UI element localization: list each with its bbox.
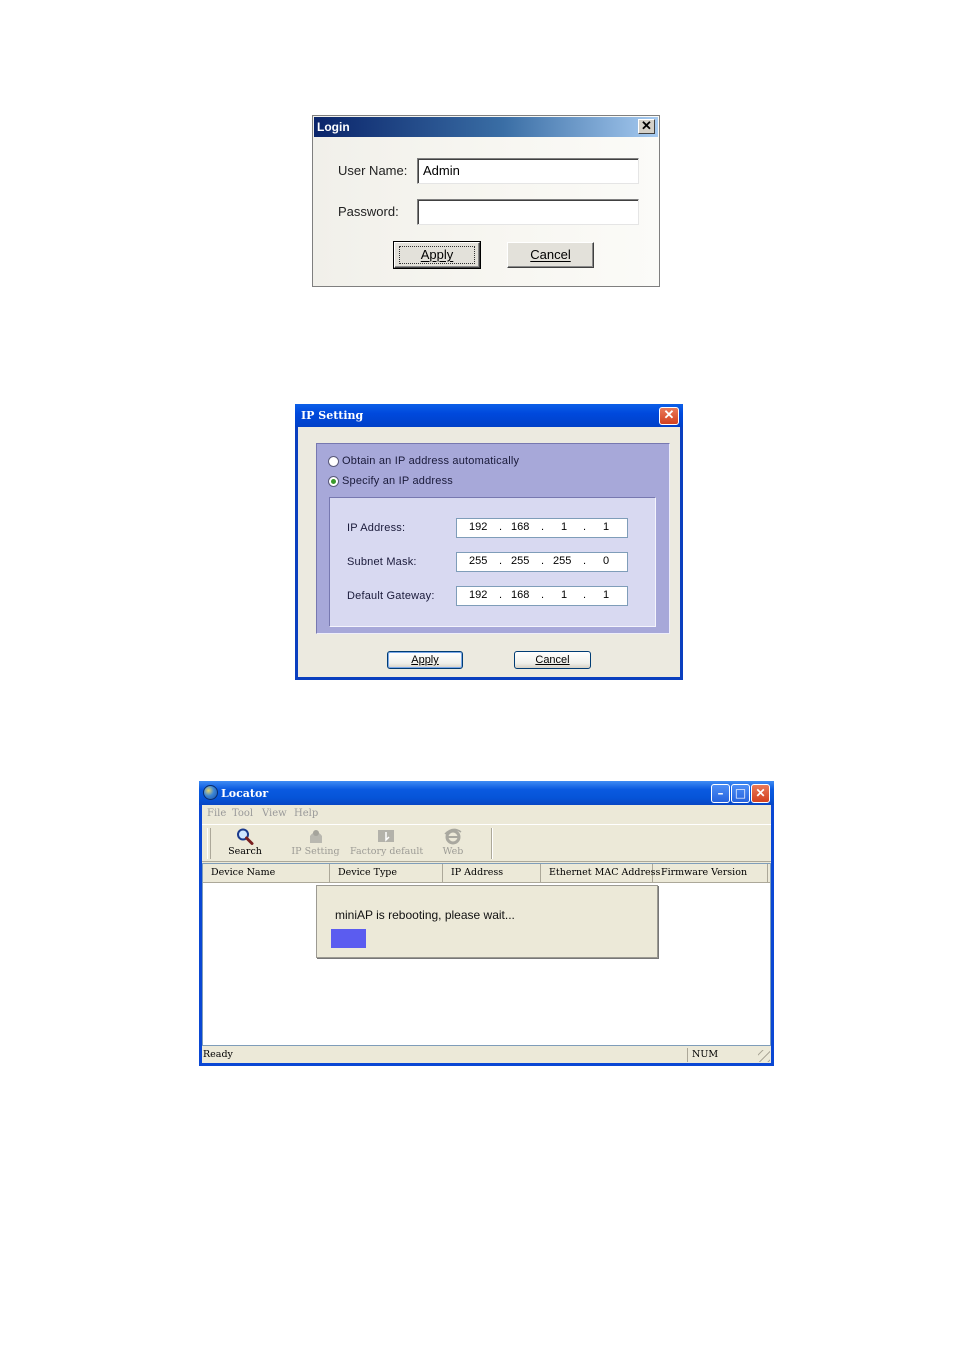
- search-button[interactable]: Search: [220, 827, 270, 861]
- login-close-icon[interactable]: ✕: [638, 119, 655, 134]
- ip-dot: .: [583, 555, 587, 567]
- login-cancel-button[interactable]: Cancel: [507, 242, 594, 268]
- radio-manual-icon[interactable]: [328, 476, 339, 487]
- username-label: User Name:: [338, 163, 408, 178]
- ip-octet: 1: [561, 589, 568, 601]
- ip-setting-apply-button[interactable]: Apply: [387, 651, 463, 669]
- web-button[interactable]: Web: [434, 827, 472, 861]
- status-bar: Ready NUM: [202, 1046, 771, 1063]
- subnet-mask-field[interactable]: 255 . 255 . 255 . 0: [456, 552, 628, 572]
- ip-octet: 255: [511, 555, 530, 567]
- default-gateway-label: Default Gateway:: [347, 590, 435, 602]
- reboot-progress-dialog: miniAP is rebooting, please wait...: [316, 885, 658, 958]
- ip-dot: .: [541, 521, 545, 533]
- progress-bar: [331, 929, 645, 948]
- ip-setting-label: IP Setting: [291, 846, 340, 857]
- ip-octet: 192: [469, 589, 488, 601]
- resize-grip-icon[interactable]: [758, 1050, 770, 1062]
- ip-mode-panel: Obtain an IP address automatically Speci…: [316, 443, 670, 634]
- default-gateway-field[interactable]: 192 . 168 . 1 . 1: [456, 586, 628, 606]
- locator-title-bar: Locator – □ ✕: [199, 781, 774, 805]
- menu-file[interactable]: File: [207, 808, 226, 819]
- radio-auto-label[interactable]: Obtain an IP address automatically: [342, 455, 519, 467]
- ip-octet: 192: [469, 521, 488, 533]
- ip-dot: .: [499, 521, 503, 533]
- locator-title: Locator: [221, 787, 269, 800]
- login-title-bar: Login ✕: [314, 117, 658, 137]
- toolbar-separator: [491, 828, 493, 859]
- column-header-firmware-version[interactable]: Firmware Version: [653, 864, 768, 882]
- subnet-mask-label: Subnet Mask:: [347, 556, 417, 568]
- ip-octet: 168: [511, 589, 530, 601]
- radio-manual-label[interactable]: Specify an IP address: [342, 475, 453, 487]
- ip-fields-panel: IP Address: 192 . 168 . 1 . 1 Subnet Mas…: [329, 497, 656, 627]
- menu-help[interactable]: Help: [294, 808, 318, 819]
- menu-view[interactable]: View: [262, 808, 287, 819]
- ip-dot: .: [583, 589, 587, 601]
- ip-setting-title-bar: IP Setting ✕: [295, 404, 683, 427]
- factory-default-label: Factory default: [350, 846, 424, 857]
- ip-octet: 168: [511, 521, 530, 533]
- ip-dot: .: [583, 521, 587, 533]
- login-dialog: Login ✕ User Name: Admin Password: Apply…: [312, 115, 660, 287]
- login-apply-button[interactable]: Apply: [393, 241, 481, 269]
- reboot-message: miniAP is rebooting, please wait...: [335, 908, 515, 922]
- ip-setting-client: Obtain an IP address automatically Speci…: [298, 427, 680, 677]
- ip-setting-button[interactable]: IP Setting: [288, 827, 343, 861]
- ip-octet: 1: [603, 521, 610, 533]
- ip-dot: .: [541, 589, 545, 601]
- ip-setting-title: IP Setting: [301, 409, 364, 422]
- reset-icon: [378, 830, 394, 842]
- web-label: Web: [442, 846, 464, 857]
- radio-auto-icon[interactable]: [328, 456, 339, 467]
- menu-tool[interactable]: Tool: [232, 808, 253, 819]
- ip-address-label: IP Address:: [347, 522, 406, 534]
- ip-octet: 1: [603, 589, 610, 601]
- password-label: Password:: [338, 204, 399, 219]
- maximize-icon[interactable]: □: [731, 784, 750, 803]
- locator-client: File Tool View Help Search IP Setting Fa…: [202, 805, 771, 1063]
- ip-octet: 0: [603, 555, 610, 567]
- ip-setting-cancel-button[interactable]: Cancel: [514, 651, 591, 669]
- ip-octet: 255: [553, 555, 572, 567]
- minimize-icon[interactable]: –: [711, 784, 730, 803]
- toolbar-grip[interactable]: [207, 828, 211, 859]
- num-lock-indicator: NUM: [687, 1048, 749, 1062]
- column-header-mac-address[interactable]: Ethernet MAC Address: [541, 864, 660, 882]
- ip-octet: 1: [561, 521, 568, 533]
- ip-setting-close-icon[interactable]: ✕: [659, 407, 679, 425]
- ip-dot: .: [499, 555, 503, 567]
- column-header-device-type[interactable]: Device Type: [330, 864, 443, 882]
- globe-icon: [203, 785, 218, 800]
- login-cancel-label: Cancel: [530, 247, 571, 262]
- username-field[interactable]: Admin: [417, 158, 639, 184]
- device-list[interactable]: Device Name Device Type IP Address Ether…: [202, 863, 771, 1046]
- ip-dot: .: [541, 555, 545, 567]
- column-header-ip-address[interactable]: IP Address: [443, 864, 541, 882]
- status-text: Ready: [203, 1049, 233, 1060]
- password-field[interactable]: [417, 199, 639, 225]
- gear-icon: [309, 830, 322, 843]
- list-header: Device Name Device Type IP Address Ether…: [203, 864, 770, 883]
- menu-bar: File Tool View Help: [202, 805, 771, 823]
- toolbar: Search IP Setting Factory default Web: [202, 824, 771, 862]
- ip-octet: 255: [469, 555, 488, 567]
- factory-default-button[interactable]: Factory default: [350, 827, 424, 861]
- progress-fill: [331, 929, 366, 948]
- ip-setting-dialog: IP Setting ✕ Obtain an IP address automa…: [295, 404, 683, 680]
- ip-address-field[interactable]: 192 . 168 . 1 . 1: [456, 518, 628, 538]
- ip-dot: .: [499, 589, 503, 601]
- locator-window: Locator – □ ✕ File Tool View Help Search: [199, 781, 774, 1066]
- focus-rect: [399, 246, 475, 264]
- login-title: Login: [317, 120, 350, 134]
- column-header-device-name[interactable]: Device Name: [203, 864, 330, 882]
- close-icon[interactable]: ✕: [751, 784, 770, 803]
- magnifier-icon: [237, 828, 254, 845]
- search-label: Search: [228, 846, 262, 857]
- ie-icon: [444, 828, 462, 845]
